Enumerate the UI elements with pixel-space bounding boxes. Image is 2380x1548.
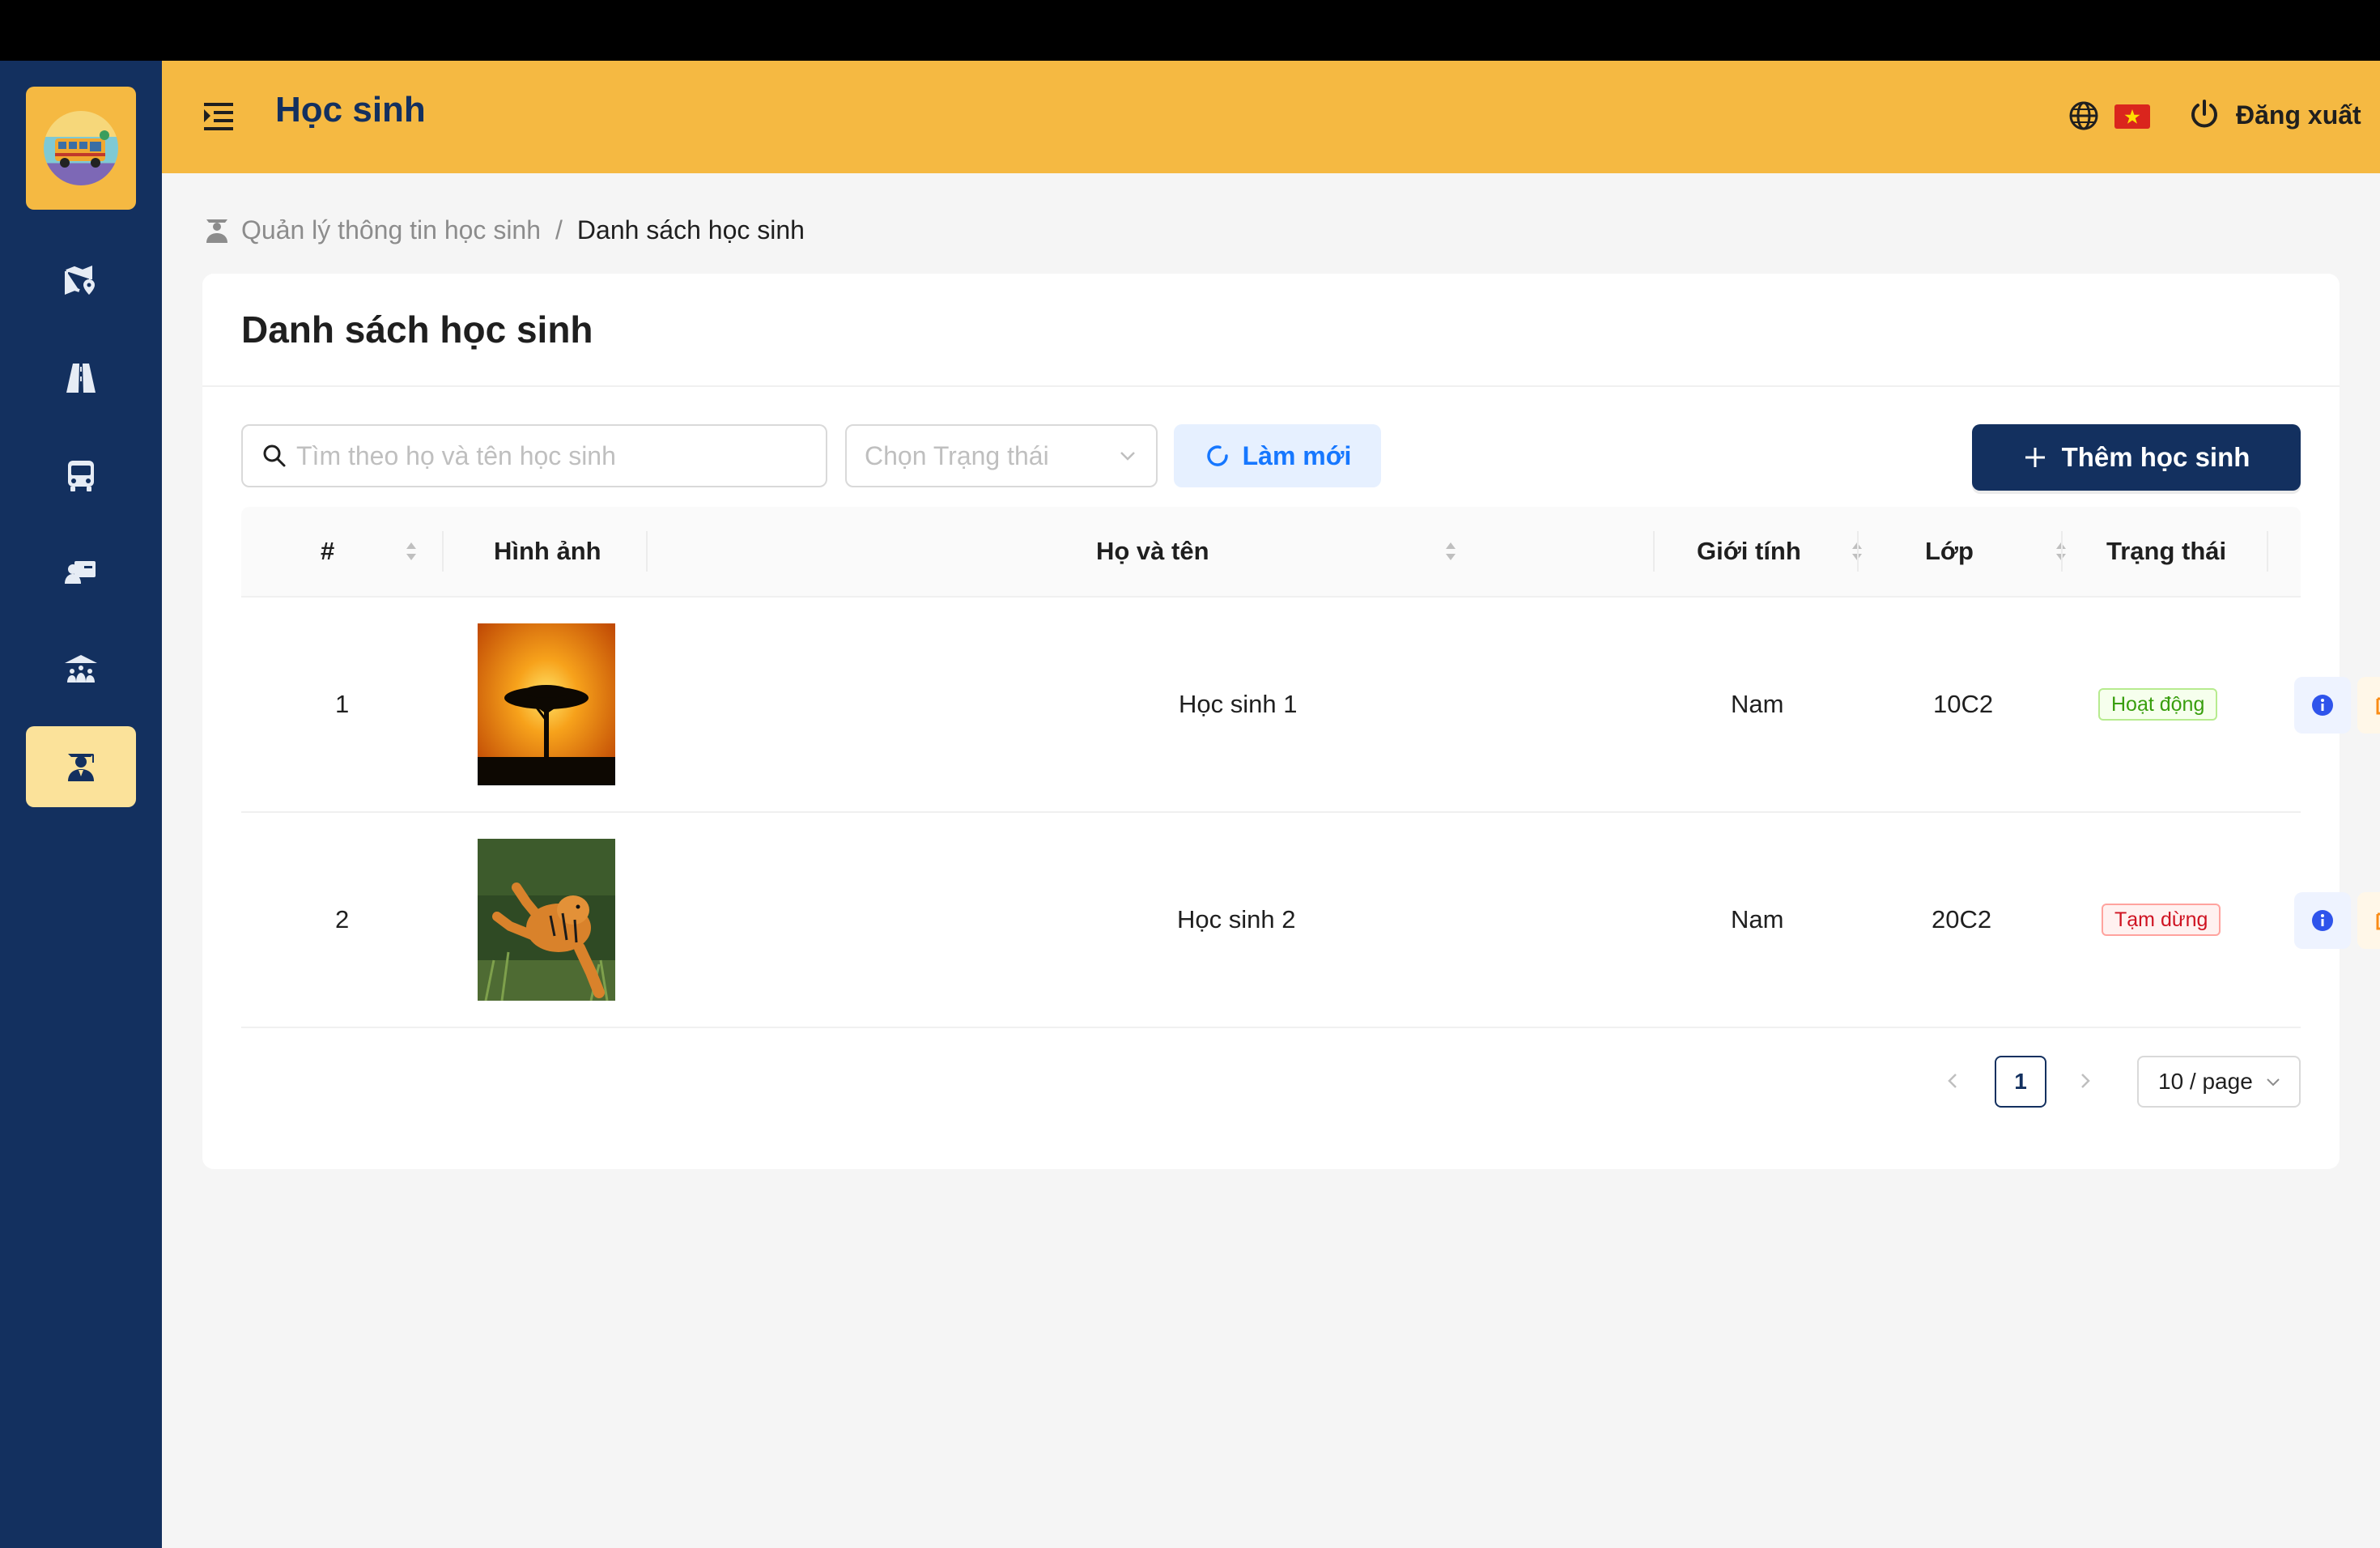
student-manage-icon (206, 219, 227, 243)
student-name: Học sinh 1 (1179, 690, 1298, 718)
column-separator (2267, 531, 2268, 572)
sidebar-item-route[interactable] (26, 338, 136, 419)
chevron-left-icon[interactable] (1941, 1069, 1966, 1093)
student-name: Học sinh 2 (1177, 905, 1296, 933)
column-separator (1653, 531, 1655, 572)
column-header-index[interactable]: # (321, 507, 334, 596)
chevron-down-icon (2267, 1078, 2280, 1087)
table-row: 1 Học sinh 1 Nam 10C2 Hoạt động (241, 598, 2380, 813)
add-student-label: Thêm học sinh (2061, 442, 2250, 472)
window-top-bar (0, 0, 2380, 61)
view-info-button[interactable] (2294, 677, 2351, 734)
search-icon (263, 444, 286, 467)
globe-icon[interactable] (2068, 100, 2100, 132)
teacher-icon (65, 561, 96, 584)
sidebar-item-teacher[interactable] (26, 532, 136, 613)
pagination: 1 10 / page (202, 1053, 2340, 1109)
search-input[interactable] (295, 440, 800, 472)
breadcrumb-current: Danh sách học sinh (576, 215, 805, 245)
table-header: # Hình ảnh Họ và tên Giới tính Lớp Trạng… (241, 507, 2301, 598)
chevron-right-icon[interactable] (2072, 1069, 2097, 1093)
status-badge: Hoạt động (2098, 688, 2218, 721)
view-info-button[interactable] (2294, 892, 2351, 949)
sidebar-item-student[interactable] (26, 726, 136, 807)
student-gender: Nam (1731, 905, 1784, 933)
status-select-placeholder: Chọn Trạng thái (865, 440, 1049, 470)
page-size-value: 10 / page (2158, 1069, 2253, 1094)
road-icon (66, 364, 96, 393)
card-divider (202, 385, 2340, 387)
refresh-button[interactable]: Làm mới (1174, 424, 1381, 487)
search-field[interactable] (241, 424, 827, 487)
sidebar-item-school[interactable] (26, 629, 136, 710)
school-icon (65, 655, 97, 683)
sidebar (0, 61, 162, 1548)
menu-fold-icon[interactable] (201, 98, 236, 134)
map-pin-icon (65, 266, 95, 295)
status-badge: Tạm dừng (2102, 904, 2221, 936)
power-icon[interactable] (2187, 98, 2221, 132)
breadcrumb: Quản lý thông tin học sinh / Danh sách h… (204, 215, 805, 245)
card-title: Danh sách học sinh (241, 308, 593, 351)
vietnam-flag-icon[interactable] (2114, 104, 2150, 129)
edit-icon (2376, 912, 2380, 930)
student-photo[interactable] (478, 623, 615, 785)
column-header-image: Hình ảnh (494, 537, 601, 565)
edit-icon (2376, 697, 2380, 715)
page-size-select[interactable]: 10 / page (2137, 1056, 2301, 1108)
row-index: 2 (335, 905, 350, 933)
bus-logo-icon (44, 111, 118, 185)
app-logo[interactable] (26, 87, 136, 210)
info-icon (2312, 910, 2333, 931)
status-select[interactable]: Chọn Trạng thái (845, 424, 1158, 487)
column-header-class[interactable]: Lớp (1925, 507, 1974, 596)
student-photo[interactable] (478, 839, 615, 1001)
header: Học sinh Đăng xuất (162, 61, 2380, 173)
refresh-label: Làm mới (1242, 440, 1352, 470)
sidebar-item-map[interactable] (26, 240, 136, 321)
sort-icon[interactable] (1443, 538, 1459, 565)
breadcrumb-parent-link[interactable]: Quản lý thông tin học sinh (241, 215, 541, 245)
column-header-name[interactable]: Họ và tên (1096, 507, 1209, 596)
page-number-button[interactable]: 1 (1995, 1056, 2046, 1108)
student-gender: Nam (1731, 690, 1784, 718)
edit-button[interactable] (2357, 892, 2380, 949)
column-header-status: Trạng thái (2106, 537, 2227, 565)
logout-button[interactable]: Đăng xuất (2236, 100, 2361, 130)
column-separator (1857, 531, 1859, 572)
student-icon (68, 754, 94, 781)
row-index: 1 (335, 690, 350, 718)
column-separator (442, 531, 444, 572)
refresh-icon (1206, 445, 1228, 466)
sort-icon[interactable] (403, 538, 419, 565)
page-title: Học sinh (275, 90, 426, 130)
bus-icon (68, 461, 94, 491)
student-class: 10C2 (1933, 690, 1994, 718)
chevron-down-icon (1120, 452, 1135, 461)
info-icon (2312, 695, 2333, 716)
student-class: 20C2 (1932, 905, 1992, 933)
breadcrumb-separator: / (555, 215, 563, 245)
column-separator (646, 531, 648, 572)
sidebar-item-bus[interactable] (26, 435, 136, 516)
add-student-button[interactable]: Thêm học sinh (1972, 424, 2301, 491)
student-table: # Hình ảnh Họ và tên Giới tính Lớp Trạng… (241, 507, 2380, 1028)
student-list-card: Danh sách học sinh Chọn Trạng thái Làm m… (202, 274, 2380, 1169)
column-header-gender[interactable]: Giới tính (1697, 507, 1801, 596)
plus-icon (2025, 448, 2045, 467)
table-row: 2 Học sinh 2 Nam 20C2 Tạm dừng (241, 813, 2380, 1028)
column-separator (2061, 531, 2063, 572)
edit-button[interactable] (2357, 677, 2380, 734)
